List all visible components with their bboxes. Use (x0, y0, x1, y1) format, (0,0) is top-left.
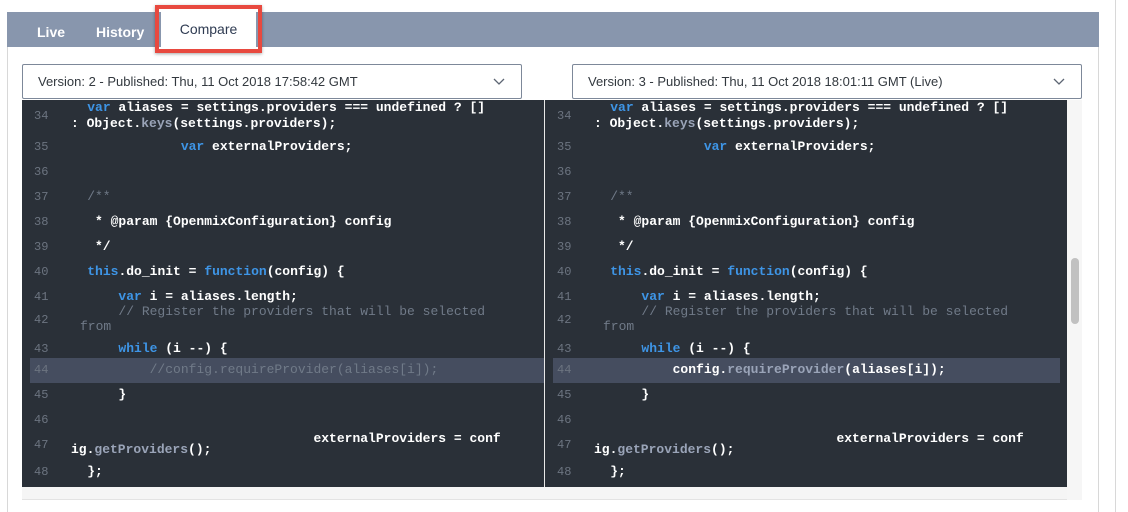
code-text: /** (579, 188, 634, 204)
code-line: 47 externalProviders = conf ig.getProvide… (22, 431, 544, 460)
code-text-wrapped: : Object.keys(settings.providers); (71, 116, 337, 131)
code-text: */ (579, 238, 634, 254)
code-text: }; (56, 463, 103, 479)
chevron-down-icon (493, 65, 505, 86)
code-text: // Register the providers that will be s… (579, 304, 1009, 319)
code-text: var aliases = settings.providers === und… (610, 100, 1009, 115)
code-text: this.do_init = function(config) { (87, 263, 345, 279)
code-line: 48 }; (545, 460, 1060, 485)
code-text-wrapped: from (80, 319, 112, 334)
tab-history[interactable]: History (96, 12, 144, 47)
chevron-down-icon (1053, 65, 1065, 86)
code-text-wrapped: ig.getProviders(); (594, 442, 735, 457)
line-number: 36 (34, 164, 49, 179)
code-text: var i = aliases.length; (118, 288, 298, 304)
code-text: var externalProviders; (703, 138, 876, 154)
left-code-pane[interactable]: 34 var aliases = settings.providers === … (22, 100, 544, 487)
right-version-value: Version: 3 - Published: Thu, 11 Oct 2018… (588, 74, 943, 89)
right-code-pane[interactable]: 34 var aliases = settings.providers === … (545, 100, 1060, 487)
code-text: * @param {OpenmixConfiguration} config (579, 213, 915, 229)
left-version-select[interactable]: Version: 2 - Published: Thu, 11 Oct 2018… (22, 64, 522, 99)
line-number: 36 (557, 164, 572, 179)
code-text-wrapped: from (603, 319, 635, 334)
code-line: 34 var aliases = settings.providers === … (545, 100, 1060, 134)
code-line: 34 var aliases = settings.providers === … (22, 100, 544, 134)
code-text: } (579, 386, 650, 402)
code-line: 39 */ (545, 235, 1060, 260)
code-line: 36 (22, 160, 544, 185)
code-line: 39 */ (22, 235, 544, 260)
code-line: 44 //config.requireProvider(aliases[i]); (30, 358, 544, 383)
code-line: 46 (545, 408, 1060, 433)
vertical-scrollbar-thumb[interactable] (1071, 258, 1079, 324)
code-line: 42 // Register the providers that will b… (22, 304, 544, 337)
code-line: 40 this.do_init = function(config) { (22, 260, 544, 285)
panel-border-right (1098, 12, 1099, 512)
code-text-wrapped: : Object.keys(settings.providers); (594, 116, 860, 131)
left-version-value: Version: 2 - Published: Thu, 11 Oct 2018… (38, 74, 358, 89)
page-divider (1115, 0, 1116, 512)
horizontal-scrollbar[interactable] (22, 487, 1067, 500)
code-line: 38 * @param {OpenmixConfiguration} confi… (22, 210, 544, 235)
code-line: 35 var externalProviders; (545, 135, 1060, 160)
code-line: 48 }; (22, 460, 544, 485)
code-line: 45 } (22, 383, 544, 408)
code-line: 37 /** (545, 185, 1060, 210)
code-line: 37 /** (22, 185, 544, 210)
panel-border-left (7, 12, 8, 512)
code-text: var aliases = settings.providers === und… (87, 100, 486, 115)
code-text: var externalProviders; (180, 138, 353, 154)
code-text: //config.requireProvider(aliases[i]); (56, 361, 439, 377)
code-text: this.do_init = function(config) { (610, 263, 868, 279)
code-text: config.requireProvider(aliases[i]); (579, 361, 946, 377)
tab-compare[interactable]: Compare (155, 5, 262, 53)
line-number: 46 (34, 412, 49, 427)
tab-live[interactable]: Live (37, 12, 65, 47)
code-line: 36 (545, 160, 1060, 185)
code-text: } (56, 386, 127, 402)
code-text: // Register the providers that will be s… (56, 304, 486, 319)
code-line: 45 } (545, 383, 1060, 408)
code-text: while (i --) { (118, 340, 228, 356)
code-line: 42 // Register the providers that will b… (545, 304, 1060, 337)
code-text: */ (56, 238, 111, 254)
code-line: 46 (22, 408, 544, 433)
diff-editor: 34 var aliases = settings.providers === … (22, 100, 1067, 487)
code-text: var i = aliases.length; (641, 288, 821, 304)
code-text: * @param {OpenmixConfiguration} config (56, 213, 392, 229)
code-line: 35 var externalProviders; (22, 135, 544, 160)
code-text-wrapped: ig.getProviders(); (71, 442, 212, 457)
line-number: 46 (557, 412, 572, 427)
right-version-select[interactable]: Version: 3 - Published: Thu, 11 Oct 2018… (572, 64, 1082, 99)
tab-bar: Live History Compare (7, 5, 1099, 53)
code-text: /** (56, 188, 111, 204)
code-line: 47 externalProviders = conf ig.getProvide… (545, 431, 1060, 460)
code-line: 44 config.requireProvider(aliases[i]); (553, 358, 1060, 383)
code-text: while (i --) { (641, 340, 751, 356)
tab-compare-label: Compare (161, 12, 256, 49)
code-text: }; (579, 463, 626, 479)
code-line: 40 this.do_init = function(config) { (545, 260, 1060, 285)
code-line: 38 * @param {OpenmixConfiguration} confi… (545, 210, 1060, 235)
